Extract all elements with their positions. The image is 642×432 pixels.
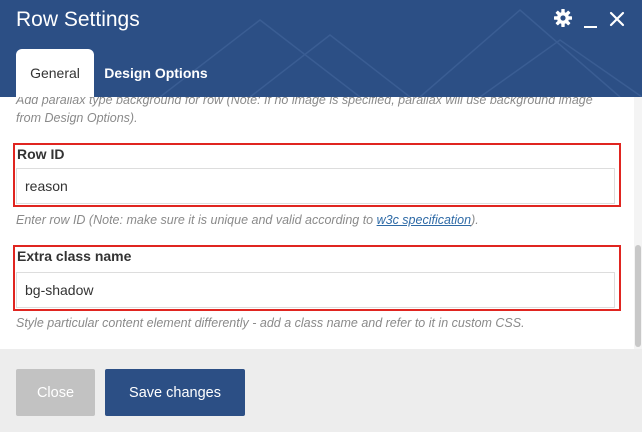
save-changes-button[interactable]: Save changes	[105, 369, 245, 416]
extra-class-field-group: Extra class name	[13, 245, 621, 311]
tab-general[interactable]: General	[16, 49, 94, 97]
minimize-icon[interactable]	[584, 26, 597, 28]
row-id-help-prefix: Enter row ID (Note: make sure it is uniq…	[16, 213, 377, 227]
row-id-label: Row ID	[17, 146, 65, 162]
modal-title: Row Settings	[16, 8, 140, 31]
close-icon[interactable]	[609, 11, 625, 27]
scrollbar[interactable]	[634, 97, 642, 349]
row-id-help-suffix: ).	[471, 213, 479, 227]
tab-design-options[interactable]: Design Options	[94, 49, 218, 97]
modal-header: Row Settings General Design Options	[0, 0, 642, 97]
row-id-field-group: Row ID	[13, 143, 621, 207]
w3c-specification-link[interactable]: w3c specification	[377, 213, 472, 227]
row-id-help-text: Enter row ID (Note: make sure it is uniq…	[16, 211, 616, 229]
parallax-help-text: Add parallax type background for row (No…	[16, 97, 593, 125]
scrollbar-thumb[interactable]	[635, 245, 641, 347]
modal-body: Add parallax type background for row (No…	[0, 97, 642, 349]
modal-footer: Close Save changes	[0, 349, 642, 432]
close-button[interactable]: Close	[16, 369, 95, 416]
extra-class-label: Extra class name	[17, 248, 132, 264]
extra-class-help-text: Style particular content element differe…	[16, 316, 525, 330]
extra-class-input[interactable]	[16, 272, 615, 308]
row-id-input[interactable]	[16, 168, 615, 204]
gear-icon[interactable]	[553, 8, 573, 28]
